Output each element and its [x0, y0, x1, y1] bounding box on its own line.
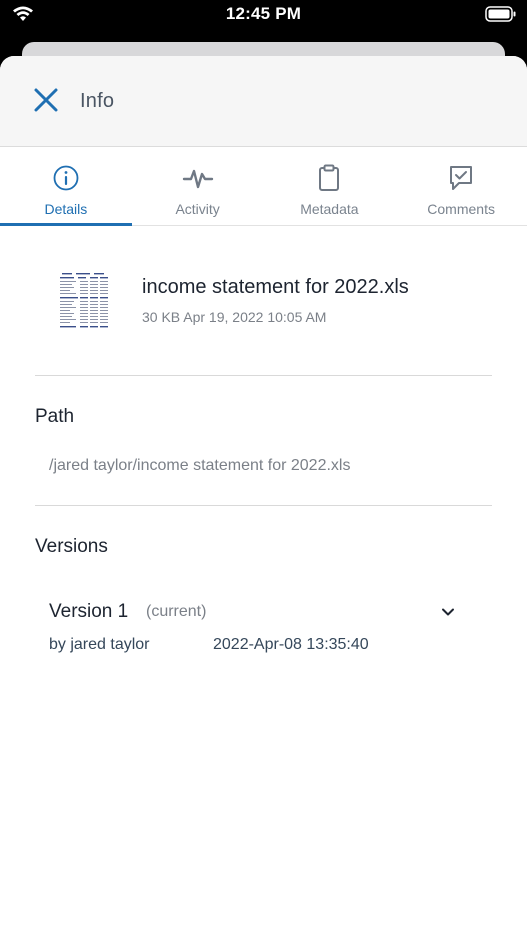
tab-metadata-label: Metadata: [300, 201, 359, 217]
activity-pulse-icon: [182, 164, 214, 197]
file-name: income statement for 2022.xls: [142, 276, 409, 298]
spreadsheet-thumbnail: [56, 270, 112, 332]
tab-bar: Details Activity Metadata Comments: [0, 148, 527, 226]
divider: [35, 375, 492, 376]
divider: [35, 505, 492, 506]
status-bar: 12:45 PM: [0, 0, 527, 30]
version-date: 2022-Apr-08 13:35:40: [213, 636, 369, 653]
header-title: Info: [80, 90, 115, 112]
version-author: by jared taylor: [49, 636, 150, 653]
version-name: Version 1: [49, 601, 129, 622]
info-sheet: Info Details Activity Metadata Comments …: [0, 56, 527, 937]
tab-comments[interactable]: Comments: [395, 148, 527, 225]
battery-icon: [485, 6, 517, 27]
tab-metadata[interactable]: Metadata: [264, 148, 396, 225]
close-button[interactable]: [30, 84, 62, 116]
clipboard-icon: [316, 164, 342, 197]
tab-details-label: Details: [44, 201, 88, 217]
tab-comments-label: Comments: [427, 201, 495, 217]
comment-check-icon: [447, 164, 475, 197]
file-meta: 30 KB Apr 19, 2022 10:05 AM: [142, 309, 327, 325]
path-heading: Path: [35, 406, 75, 427]
tab-activity-label: Activity: [175, 201, 220, 217]
version-status: (current): [146, 603, 207, 620]
chevron-down-icon: [442, 608, 454, 616]
tab-details[interactable]: Details: [0, 148, 132, 226]
tab-activity[interactable]: Activity: [132, 148, 264, 225]
info-icon: [52, 164, 80, 197]
status-time: 12:45 PM: [225, 4, 302, 23]
sheet-header: Info: [0, 56, 527, 147]
versions-heading: Versions: [35, 536, 108, 557]
version-expand-button[interactable]: [440, 604, 456, 620]
path-value: /jared taylor/income statement for 2022.…: [49, 457, 351, 474]
close-icon: [34, 88, 58, 112]
